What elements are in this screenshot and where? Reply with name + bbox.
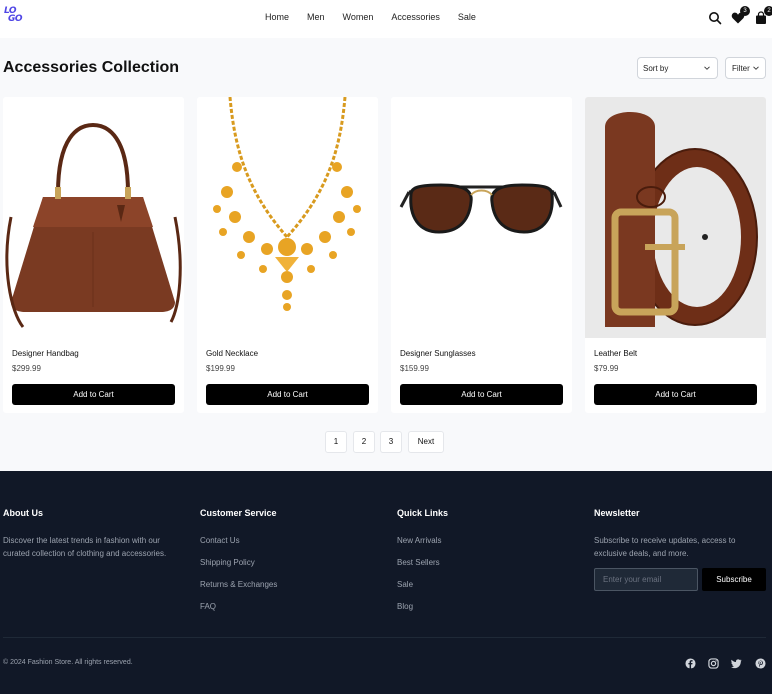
instagram-icon[interactable] <box>708 658 719 669</box>
product-image-handbag[interactable] <box>3 97 184 338</box>
product-name: Gold Necklace <box>206 349 259 358</box>
product-price: $79.99 <box>594 364 619 373</box>
cart-button[interactable]: 2 <box>755 6 772 25</box>
page-button-1[interactable]: 1 <box>325 431 347 453</box>
wishlist-button[interactable]: 3 <box>731 6 750 25</box>
copyright-text: © 2024 Fashion Store. All rights reserve… <box>3 659 133 666</box>
product-image-sunglasses[interactable] <box>391 97 572 338</box>
nav-women[interactable]: Women <box>343 12 374 22</box>
twitter-icon[interactable] <box>731 658 742 669</box>
logo[interactable]: LO GO <box>4 7 26 29</box>
pinterest-icon[interactable] <box>755 658 766 669</box>
customer-service-heading: Customer Service <box>200 508 277 518</box>
wishlist-count-badge: 3 <box>740 6 750 16</box>
cart-count-badge: 2 <box>764 6 772 16</box>
facebook-icon[interactable] <box>685 658 696 669</box>
chevron-down-icon <box>753 66 759 70</box>
product-card[interactable]: Designer Sunglasses $159.99 Add to Cart <box>391 97 572 413</box>
product-price: $299.99 <box>12 364 41 373</box>
footer-link-new-arrivals[interactable]: New Arrivals <box>397 536 441 545</box>
footer-link-shipping[interactable]: Shipping Policy <box>200 558 255 567</box>
filter-button[interactable]: Filter <box>725 57 766 79</box>
page-title: Accessories Collection <box>3 59 180 76</box>
quick-links-heading: Quick Links <box>397 508 449 518</box>
nav-men[interactable]: Men <box>307 12 325 22</box>
product-name: Leather Belt <box>594 349 638 358</box>
footer-link-best-sellers[interactable]: Best Sellers <box>397 558 440 567</box>
next-page-button[interactable]: Next <box>408 431 444 453</box>
add-to-cart-button[interactable]: Add to Cart <box>594 384 757 405</box>
product-price: $159.99 <box>400 364 429 373</box>
add-to-cart-button[interactable]: Add to Cart <box>400 384 563 405</box>
footer-link-blog[interactable]: Blog <box>397 602 413 611</box>
site-footer: About Us Discover the latest trends in f… <box>0 471 772 694</box>
newsletter-text: Subscribe to receive updates, access to … <box>594 536 736 558</box>
footer-link-returns[interactable]: Returns & Exchanges <box>200 580 277 589</box>
product-card[interactable]: Designer Handbag $299.99 Add to Cart <box>3 97 184 413</box>
email-input[interactable]: Enter your email <box>594 568 698 591</box>
main-nav: Home Men Women Accessories Sale <box>265 12 494 22</box>
sort-dropdown[interactable]: Sort by <box>637 57 718 79</box>
nav-home[interactable]: Home <box>265 12 289 22</box>
about-text: Discover the latest trends in fashion wi… <box>3 536 167 558</box>
footer-link-contact[interactable]: Contact Us <box>200 536 240 545</box>
logo-line-2: GO <box>8 14 23 24</box>
nav-accessories[interactable]: Accessories <box>391 12 440 22</box>
page-button-2[interactable]: 2 <box>353 431 375 453</box>
footer-link-faq[interactable]: FAQ <box>200 602 216 611</box>
add-to-cart-button[interactable]: Add to Cart <box>206 384 369 405</box>
page-button-3[interactable]: 3 <box>380 431 402 453</box>
product-image-necklace[interactable] <box>197 97 378 338</box>
filter-label: Filter <box>732 64 750 73</box>
newsletter-heading: Newsletter <box>594 508 640 518</box>
product-price: $199.99 <box>206 364 235 373</box>
about-heading: About Us <box>3 508 43 518</box>
site-header: LO GO Home Men Women Accessories Sale 3 … <box>0 0 772 38</box>
footer-divider <box>3 637 766 638</box>
product-name: Designer Sunglasses <box>400 349 476 358</box>
add-to-cart-button[interactable]: Add to Cart <box>12 384 175 405</box>
nav-sale[interactable]: Sale <box>458 12 476 22</box>
chevron-down-icon <box>704 66 710 70</box>
product-image-belt[interactable] <box>585 97 766 338</box>
product-name: Designer Handbag <box>12 349 79 358</box>
product-card[interactable]: Gold Necklace $199.99 Add to Cart <box>197 97 378 413</box>
subscribe-button[interactable]: Subscribe <box>702 568 766 591</box>
footer-link-sale[interactable]: Sale <box>397 580 413 589</box>
search-icon[interactable] <box>708 11 722 25</box>
product-card[interactable]: Leather Belt $79.99 Add to Cart <box>585 97 766 413</box>
sort-label: Sort by <box>643 64 669 73</box>
